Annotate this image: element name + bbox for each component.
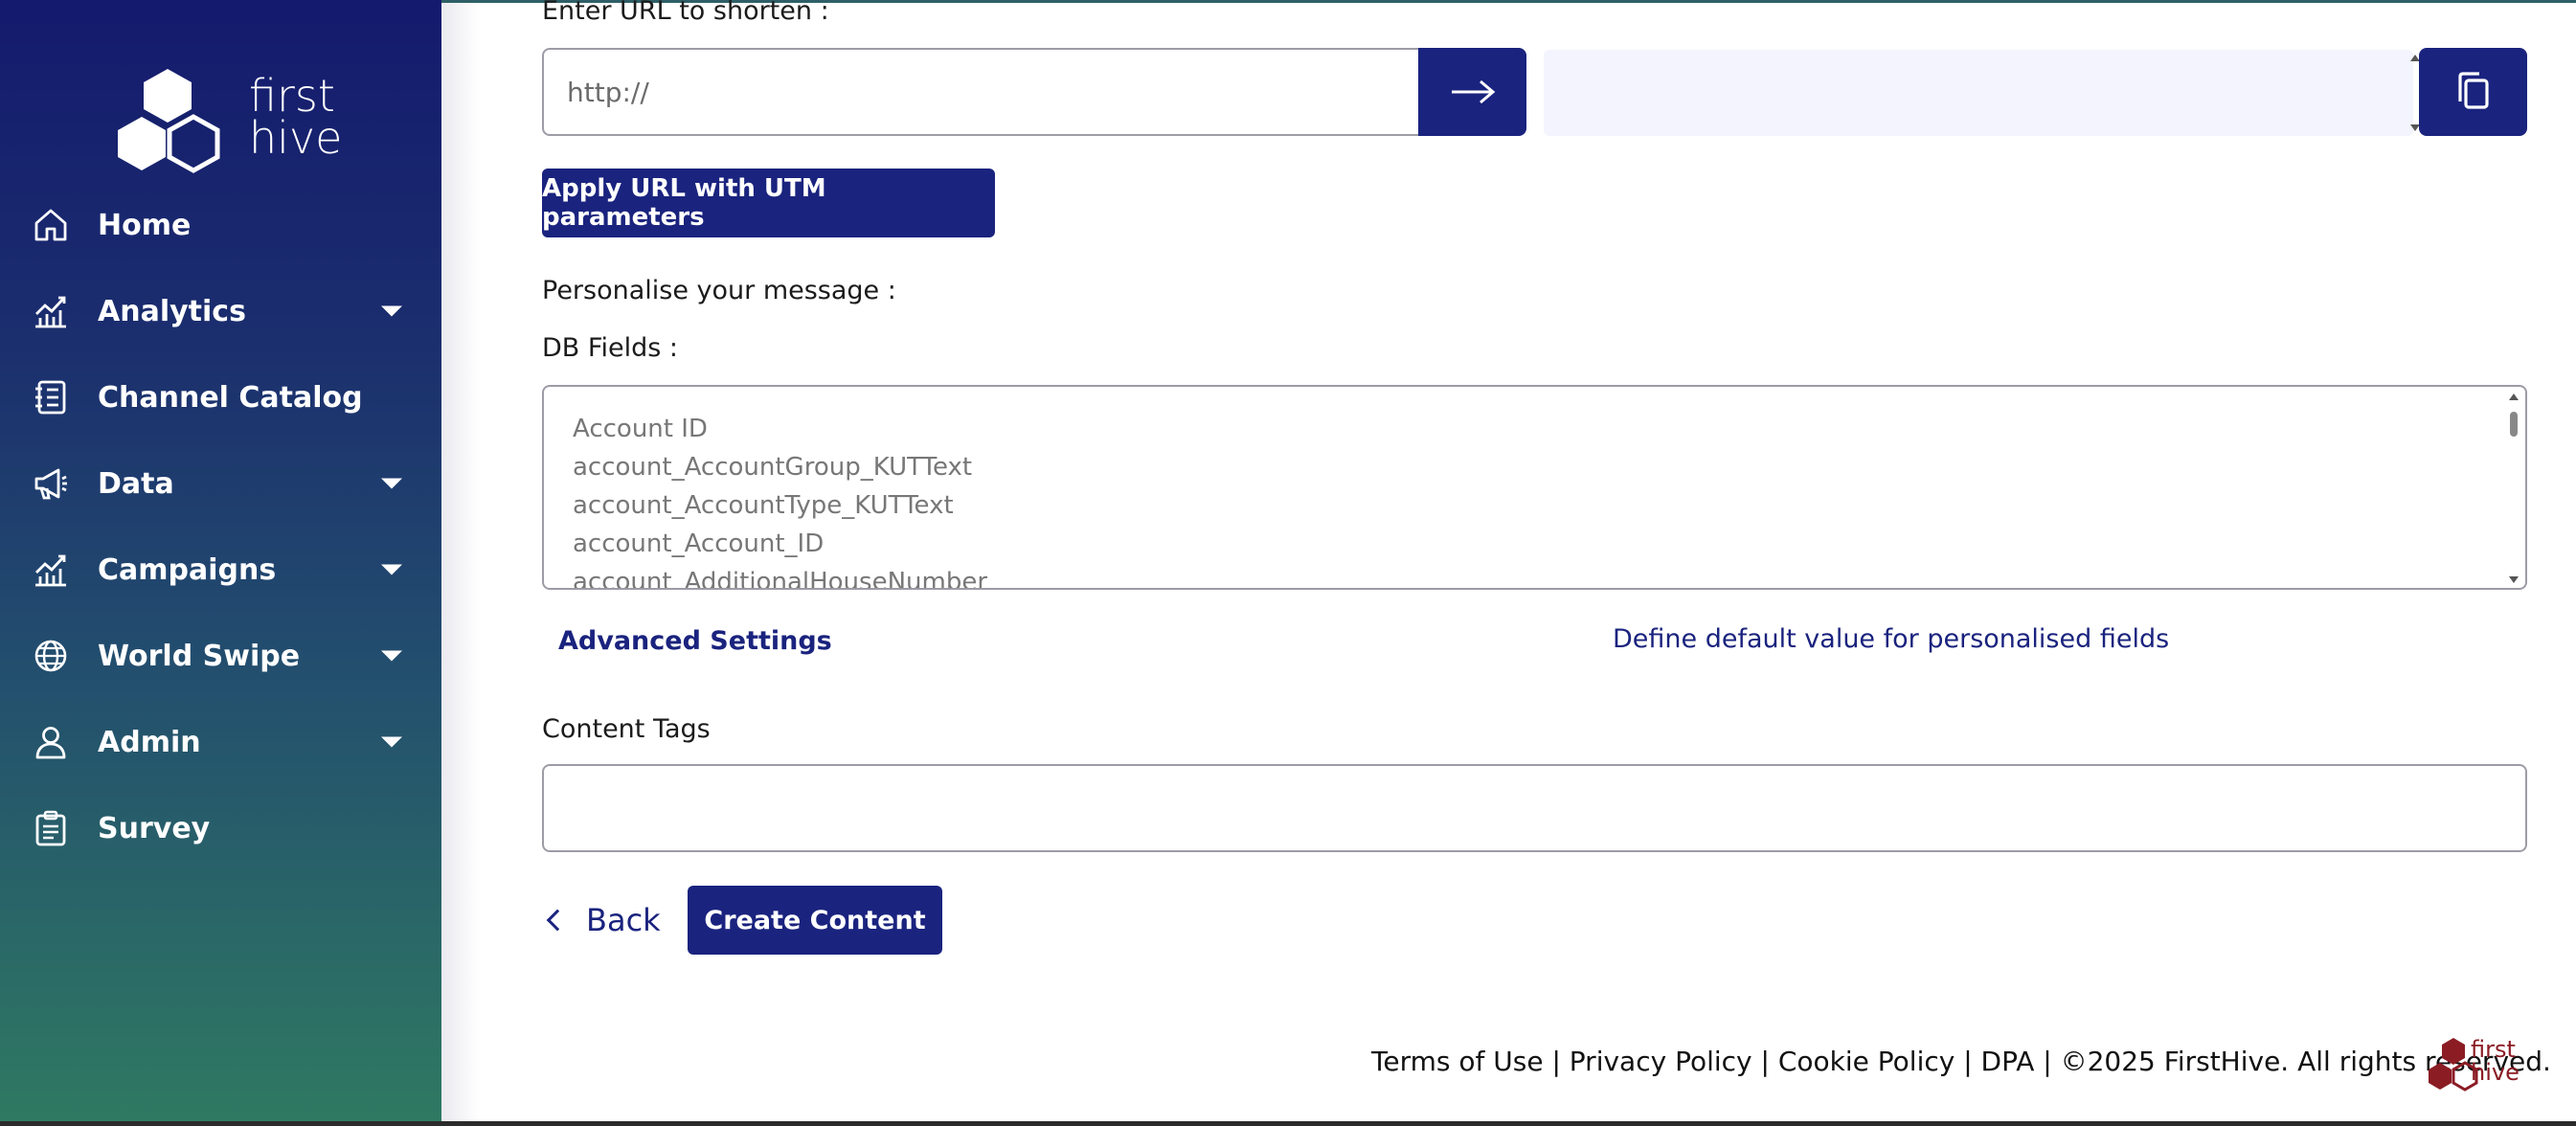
back-label: Back (586, 902, 661, 938)
sidebar-item-label: World Swipe (98, 639, 301, 673)
bottom-divider (0, 1121, 2576, 1126)
sidebar-item-data[interactable]: Data (0, 440, 441, 527)
chevron-down-icon[interactable] (381, 736, 402, 748)
shortened-url-output[interactable] (1544, 50, 2413, 136)
personalise-label: Personalise your message : (542, 276, 896, 305)
chevron-down-icon[interactable] (381, 478, 402, 489)
db-fields-list[interactable]: Account ID account_AccountGroup_KUTText … (542, 385, 2527, 590)
chevron-down-icon[interactable] (381, 650, 402, 662)
list-item[interactable]: account_Account_ID (573, 525, 987, 563)
apply-utm-button[interactable]: Apply URL with UTM parameters (542, 169, 995, 237)
copy-icon (2457, 72, 2489, 109)
campaigns-icon (35, 554, 66, 587)
define-default-value-link[interactable]: Define default value for personalised fi… (1613, 624, 2169, 654)
chevron-left-icon (546, 909, 569, 932)
content-tags-label: Content Tags (542, 714, 711, 744)
db-fields-options: Account ID account_AccountGroup_KUTText … (573, 410, 987, 588)
advanced-settings-link[interactable]: Advanced Settings (558, 626, 832, 656)
list-item[interactable]: Account ID (573, 410, 987, 448)
chevron-down-icon[interactable] (381, 564, 402, 575)
sidebar-item-label: Analytics (98, 294, 246, 328)
footer-links[interactable]: Terms of Use | Privacy Policy | Cookie P… (1371, 1046, 2551, 1077)
sidebar: first hive Home Analytics Channel Catalo… (0, 0, 441, 1126)
clipboard-icon (35, 810, 66, 846)
sidebar-item-survey[interactable]: Survey (0, 785, 441, 871)
globe-icon (34, 640, 67, 672)
sidebar-item-home[interactable]: Home (0, 182, 441, 268)
back-button[interactable]: Back (542, 896, 661, 944)
sidebar-item-label: Data (98, 466, 174, 501)
sidebar-item-label: Campaigns (98, 552, 277, 587)
sidebar-item-label: Admin (98, 725, 201, 759)
sidebar-nav: Home Analytics Channel Catalog Data Camp… (0, 182, 441, 871)
list-item[interactable]: account_AccountType_KUTText (573, 486, 987, 525)
logo-wordmark: first hive (249, 70, 343, 164)
create-content-button[interactable]: Create Content (688, 886, 942, 955)
analytics-icon (35, 296, 66, 328)
sidebar-item-admin[interactable]: Admin (0, 699, 441, 785)
chevron-down-icon[interactable] (381, 305, 402, 317)
sidebar-item-label: Home (98, 208, 192, 242)
db-fields-scrollbar[interactable] (2504, 391, 2523, 586)
list-item[interactable]: account_AdditionalHouseNumber (573, 563, 987, 588)
sidebar-item-analytics[interactable]: Analytics (0, 268, 441, 354)
sidebar-item-campaigns[interactable]: Campaigns (0, 527, 441, 613)
sidebar-item-label: Channel Catalog (98, 380, 363, 415)
hexagon-logo-icon (118, 69, 220, 173)
sidebar-item-label: Survey (98, 811, 211, 845)
shorten-url-button[interactable] (1418, 48, 1526, 136)
firsthive-logo[interactable]: first hive (115, 67, 342, 182)
megaphone-icon (34, 468, 67, 500)
catalog-icon (35, 380, 66, 415)
db-fields-label: DB Fields : (542, 333, 678, 363)
url-input-value: http:// (567, 76, 649, 108)
arrow-right-icon (1451, 79, 1495, 104)
list-item[interactable]: account_AccountGroup_KUTText (573, 448, 987, 486)
content-edge-shadow (441, 0, 480, 1126)
url-input[interactable]: http:// (542, 48, 1423, 136)
url-shorten-label: Enter URL to shorten : (542, 0, 829, 26)
content-tags-input[interactable] (542, 764, 2527, 852)
sidebar-item-world-swipe[interactable]: World Swipe (0, 613, 441, 699)
user-icon (35, 727, 66, 759)
copy-url-button[interactable] (2419, 48, 2527, 136)
sidebar-item-channel-catalog[interactable]: Channel Catalog (0, 354, 441, 440)
footer-logo-wordmark: first hive (2471, 1036, 2520, 1086)
home-icon (34, 209, 67, 241)
